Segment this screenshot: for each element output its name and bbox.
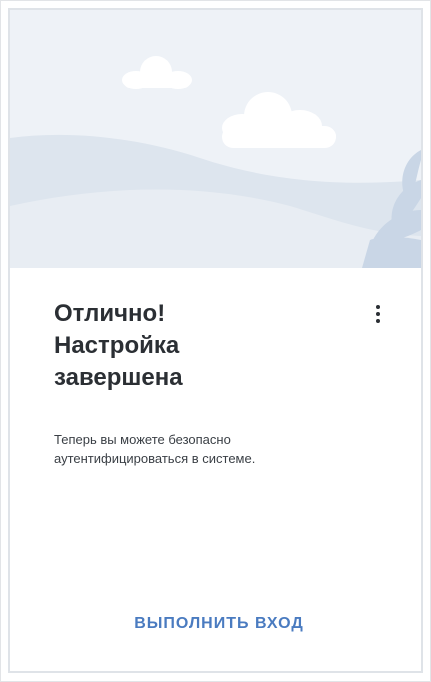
- more-vertical-icon: [376, 305, 380, 323]
- screen-frame: Отлично! Настройка завершена Теперь вы м…: [0, 0, 431, 682]
- login-button[interactable]: ВЫПОЛНИТЬ ВХОД: [94, 606, 344, 642]
- dialog-title: Отлично! Настройка завершена: [54, 298, 334, 394]
- dialog-description: Теперь вы можете безопасно аутентифициро…: [54, 430, 374, 468]
- landscape-illustration: [10, 10, 421, 268]
- hero-illustration: [10, 10, 421, 268]
- title-line: Настройка: [54, 332, 180, 359]
- title-line: Отлично!: [54, 300, 166, 327]
- title-line: завершена: [54, 364, 183, 391]
- setup-complete-card: Отлично! Настройка завершена Теперь вы м…: [8, 8, 423, 673]
- more-options-button[interactable]: [366, 300, 390, 328]
- description-line: аутентифицироваться в системе.: [54, 451, 256, 466]
- description-line: Теперь вы можете безопасно: [54, 432, 231, 447]
